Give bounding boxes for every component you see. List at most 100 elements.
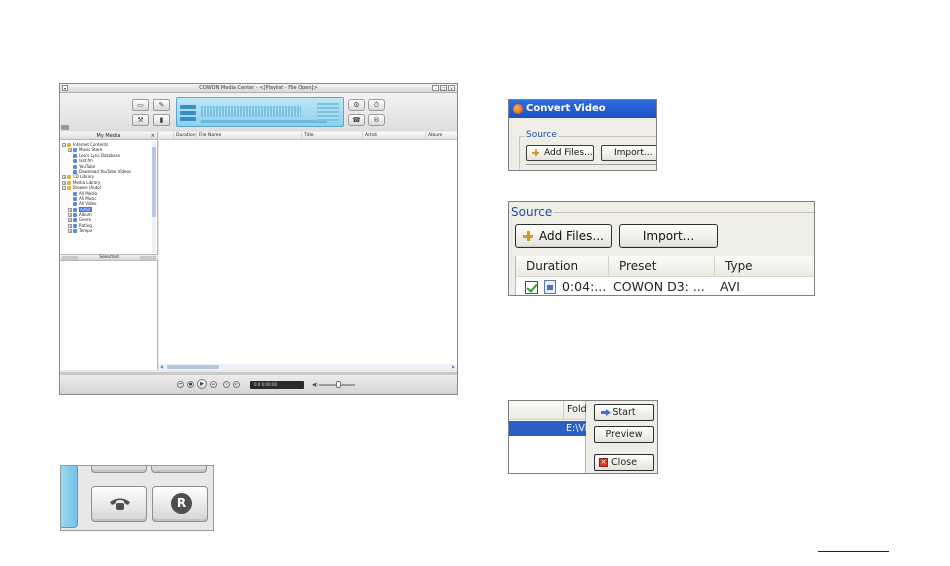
player-toolbar: ▭ ✎ ⚒ ▮ ⚙ ⏱ ☎ ® <box>60 93 457 131</box>
shuffle-icon[interactable]: ⇄ <box>233 381 240 388</box>
folder-icon <box>67 186 71 191</box>
previous-icon[interactable]: ⏮ <box>177 381 184 388</box>
tree-item-label: Tempo <box>79 228 93 234</box>
checkbox-checked[interactable] <box>525 281 538 294</box>
selected-bar: Selected <box>60 254 158 261</box>
device-button[interactable]: ▮ <box>153 114 170 126</box>
library-view-button[interactable]: ▭ <box>132 99 149 111</box>
row-type: AVI <box>720 279 740 294</box>
expand-toggle-icon[interactable]: + <box>68 148 72 153</box>
import-button[interactable]: Import... <box>619 224 718 248</box>
play-icon[interactable]: ▶ <box>197 379 207 389</box>
close-button[interactable]: × Close <box>594 454 654 471</box>
repeat-icon[interactable]: ↻ <box>223 381 230 388</box>
scroll-thumb[interactable] <box>167 365 219 369</box>
settings-button-large[interactable] <box>91 466 147 473</box>
stop-icon[interactable]: ■ <box>187 381 194 388</box>
tree-item-label: All Video <box>79 201 97 207</box>
volume-icon[interactable]: ◀) <box>312 382 318 388</box>
expand-toggle-icon[interactable]: + <box>68 207 72 212</box>
media-icon <box>73 196 77 201</box>
lcd-tag <box>180 117 196 121</box>
import-button-small[interactable]: Import... <box>601 145 656 161</box>
expand-toggle-icon[interactable]: + <box>62 175 66 180</box>
file-list-header: Duration File Name Title Artist Album <box>159 132 457 140</box>
column-folder[interactable]: Fold <box>567 404 587 415</box>
column-duration[interactable]: Duration <box>516 256 609 277</box>
preview-button[interactable]: Preview <box>594 426 654 443</box>
lcd-info-strip <box>201 120 327 123</box>
timer-button-large[interactable] <box>151 466 207 473</box>
expand-toggle-icon[interactable]: + <box>68 218 72 223</box>
convert-video-window-crop: Convert Video Source Add Files... Import… <box>508 99 657 171</box>
volume-knob[interactable] <box>336 381 341 388</box>
record-button-large[interactable]: R <box>152 486 208 522</box>
media-icon <box>73 148 77 153</box>
timer-button[interactable]: ⏱ <box>368 99 385 111</box>
collapse-tab[interactable] <box>61 125 69 130</box>
column-header[interactable]: Title <box>301 132 314 140</box>
record-icon: R <box>171 493 192 514</box>
tree-item[interactable]: + Tempo <box>60 228 152 234</box>
video-file-icon <box>544 280 556 294</box>
phone-button[interactable]: ☎ <box>348 114 365 126</box>
expand-toggle-icon[interactable]: + <box>68 229 72 234</box>
filter-button[interactable] <box>62 256 78 260</box>
spectrum-bars <box>201 106 301 117</box>
expand-toggle-icon[interactable]: + <box>68 223 72 228</box>
horizontal-scrollbar[interactable]: ◀ ▶ <box>159 364 457 370</box>
scroll-thumb[interactable] <box>152 147 156 217</box>
tree-item-label: Media Library <box>73 179 101 185</box>
settings-button[interactable]: ⚙ <box>348 99 365 111</box>
record-button[interactable]: ® <box>368 114 385 126</box>
view-button[interactable] <box>140 256 156 260</box>
expand-toggle-icon[interactable]: + <box>62 180 66 185</box>
phone-button-large[interactable] <box>91 486 147 522</box>
selected-row[interactable]: E:\Vi <box>509 421 587 436</box>
wrench-button[interactable]: ⚒ <box>132 114 149 126</box>
expand-toggle-icon[interactable]: + <box>68 213 72 218</box>
next-icon[interactable]: ⏭ <box>210 381 217 388</box>
column-header[interactable]: Artist <box>362 132 377 140</box>
tree-item-label: Browse (Auto) <box>73 185 102 191</box>
close-icon: × <box>599 458 608 467</box>
tree-item-label: Music Store <box>79 147 103 153</box>
table-row[interactable]: 0:04:... COWON D3: ... AVI <box>516 277 814 295</box>
column-type[interactable]: Type <box>715 256 814 277</box>
maximize-icon[interactable]: □ <box>440 85 447 91</box>
media-tree: − Internet Contents + Music Store Leo's Lyri… <box>60 141 152 253</box>
scroll-left-icon[interactable]: ◀ <box>160 364 165 370</box>
pane-close-icon[interactable]: × <box>151 132 155 140</box>
arrow-right-icon <box>601 409 611 416</box>
source-group-label: Source <box>525 130 558 140</box>
window-menu-icon[interactable]: ▾ <box>62 85 68 91</box>
tree-scrollbar[interactable] <box>152 141 156 253</box>
column-header[interactable]: Album <box>425 132 442 140</box>
column-header[interactable]: Duration <box>173 132 196 140</box>
tools-button[interactable]: ✎ <box>153 99 170 111</box>
lcd-edge <box>61 466 78 528</box>
column-header[interactable]: File Name <box>196 132 221 140</box>
minimize-icon[interactable]: – <box>432 85 439 91</box>
tree-item-label: Internet Contents <box>73 142 109 147</box>
expand-toggle-icon[interactable]: − <box>62 143 66 147</box>
media-icon <box>73 207 77 212</box>
media-icon <box>73 169 77 174</box>
close-icon[interactable]: × <box>448 85 455 91</box>
transport-bar: ⏮ ■ ▶ ⏭ ↻ ⇄ 0 0 0:00:00 ◀) <box>60 375 457 394</box>
expand-toggle-icon[interactable]: − <box>62 186 66 191</box>
source-file-list: Duration Preset Type 0:04:... COWON D3: … <box>515 256 814 295</box>
add-files-button-small[interactable]: Add Files... <box>526 145 594 161</box>
add-files-button[interactable]: Add Files... <box>515 224 612 248</box>
scroll-right-icon[interactable]: ▶ <box>452 364 457 370</box>
start-button[interactable]: Start <box>594 404 654 421</box>
column-preset[interactable]: Preset <box>609 256 715 277</box>
media-icon <box>73 223 77 228</box>
list-top-edge <box>526 164 656 165</box>
tree-item-label: Rating <box>79 222 92 228</box>
media-center-window: ▾ COWON Media Center - <[Playlist - File… <box>59 83 458 395</box>
plus-icon <box>523 231 533 241</box>
